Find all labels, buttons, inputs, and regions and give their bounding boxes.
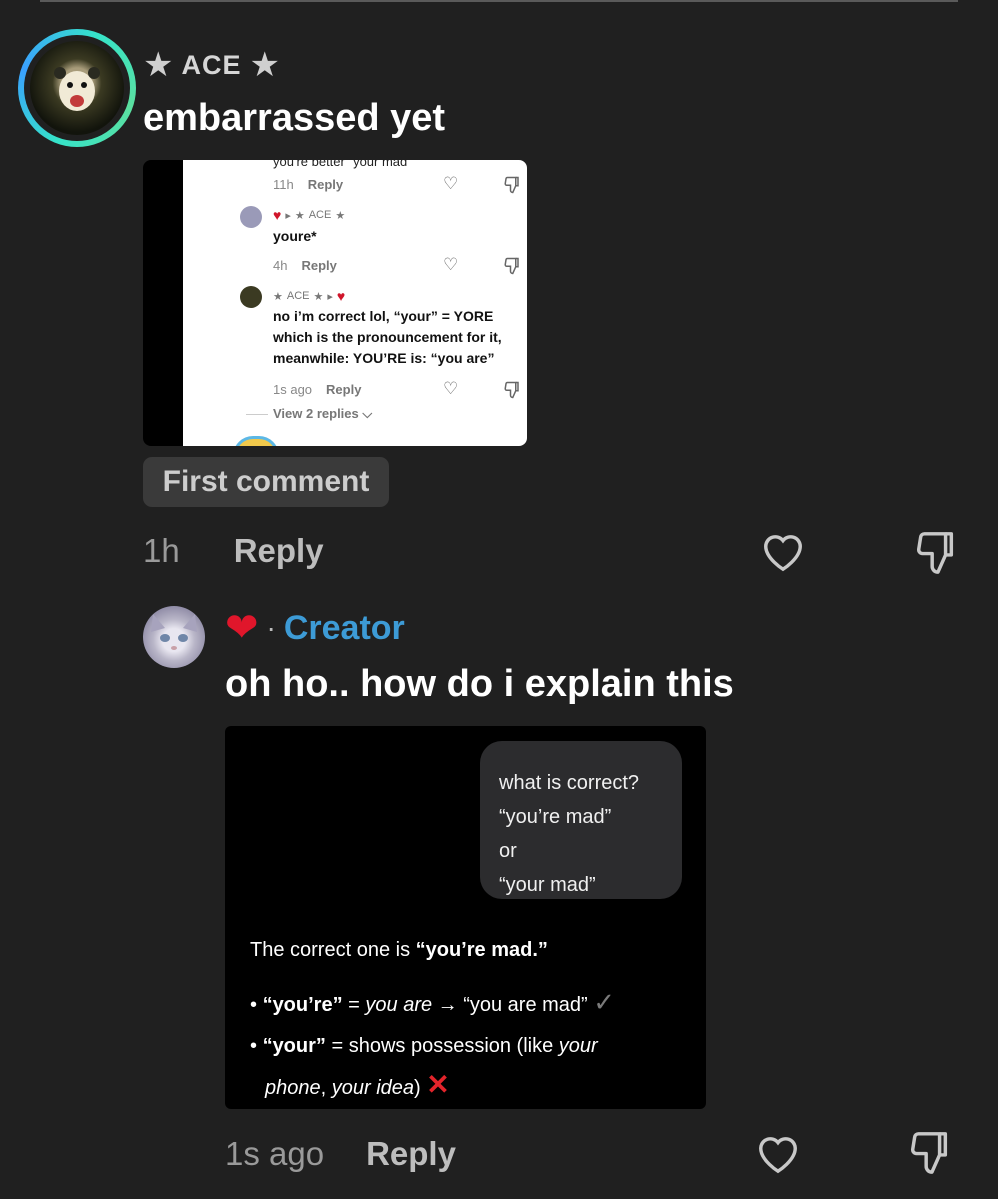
- thumbs-down-icon: [503, 257, 521, 278]
- star-icon: ★: [143, 46, 174, 84]
- c2-text: youre*: [273, 228, 317, 244]
- heart-outline-icon: ♡: [443, 255, 459, 274]
- question-bubble: what is correct? “you’re mad” or “your m…: [480, 741, 682, 899]
- thumbs-down-icon[interactable]: [907, 1130, 953, 1181]
- cropped-avatar: [233, 436, 279, 446]
- bullet-youre: • “you’re” = you are → “you are mad” ✓: [250, 987, 616, 1017]
- check-icon: ✓: [593, 987, 616, 1017]
- creator-avatar[interactable]: [143, 606, 205, 668]
- divider: [246, 414, 268, 415]
- comment-meta: 1h Reply: [143, 532, 324, 570]
- username-label: ACE: [181, 49, 242, 80]
- reply-button[interactable]: Reply: [234, 532, 324, 570]
- comment-text: embarrassed yet: [143, 97, 446, 139]
- comment-username[interactable]: ★ ACE ★: [143, 48, 280, 82]
- comment-image-attachment[interactable]: you're better "your mad" 11h Reply ♡ ♥ ▸ ★ A…: [143, 160, 527, 446]
- comment-time: 1h: [143, 532, 180, 569]
- cross-icon: ✕: [426, 1069, 450, 1100]
- user-avatar[interactable]: [18, 29, 136, 147]
- reply-time: 1s ago: [225, 1135, 325, 1172]
- heart-outline-icon: ♡: [443, 379, 459, 398]
- c3-meta: 1s ago Reply: [273, 382, 362, 397]
- cropped-text: you're better "your mad": [273, 160, 412, 169]
- reply-text: oh ho.. how do i explain this: [225, 663, 734, 705]
- c1-meta: 11h Reply: [273, 177, 344, 192]
- bullet-your-cont: phone, your idea) ✕: [265, 1069, 450, 1100]
- heart-outline-icon[interactable]: [760, 529, 806, 578]
- answer-line: The correct one is “you’re mad.”: [250, 939, 548, 961]
- reply-username[interactable]: ❤ · Creator: [225, 608, 405, 648]
- reply-image-attachment[interactable]: what is correct? “you’re mad” or “your m…: [225, 726, 706, 1109]
- c2-user: ♥ ▸ ★ ACE ★: [273, 207, 346, 223]
- creator-label: Creator: [283, 608, 405, 647]
- cat-mini-avatar: [240, 206, 262, 228]
- star-icon: ★: [249, 46, 280, 84]
- c3-line3: meanwhile: YOU’RE is: “you are”: [273, 350, 495, 366]
- heart-emoji-icon: ❤: [225, 606, 259, 650]
- c3-user: ★ ACE ★ ▸ ♥: [273, 288, 346, 304]
- view-replies-link: View 2 replies ⌵: [273, 406, 373, 421]
- thumbs-down-icon[interactable]: [913, 530, 959, 581]
- reply-meta: 1s ago Reply: [225, 1135, 456, 1173]
- c3-line2: which is the pronouncement for it,: [273, 329, 502, 345]
- thumbs-down-icon: [503, 381, 521, 402]
- thumbs-down-icon: [503, 176, 521, 197]
- bullet-your: • “your” = shows possession (like your: [250, 1035, 598, 1057]
- reply-button[interactable]: Reply: [366, 1135, 456, 1173]
- possum-mini-avatar: [240, 286, 262, 308]
- possum-avatar-image: [30, 41, 124, 135]
- first-comment-badge: First comment: [143, 457, 389, 507]
- c3-line1: no i’m correct lol, “your” = YORE: [273, 308, 494, 324]
- heart-outline-icon[interactable]: [755, 1131, 801, 1180]
- heart-outline-icon: ♡: [443, 174, 459, 193]
- divider: [40, 0, 958, 2]
- c2-meta: 4h Reply: [273, 258, 337, 273]
